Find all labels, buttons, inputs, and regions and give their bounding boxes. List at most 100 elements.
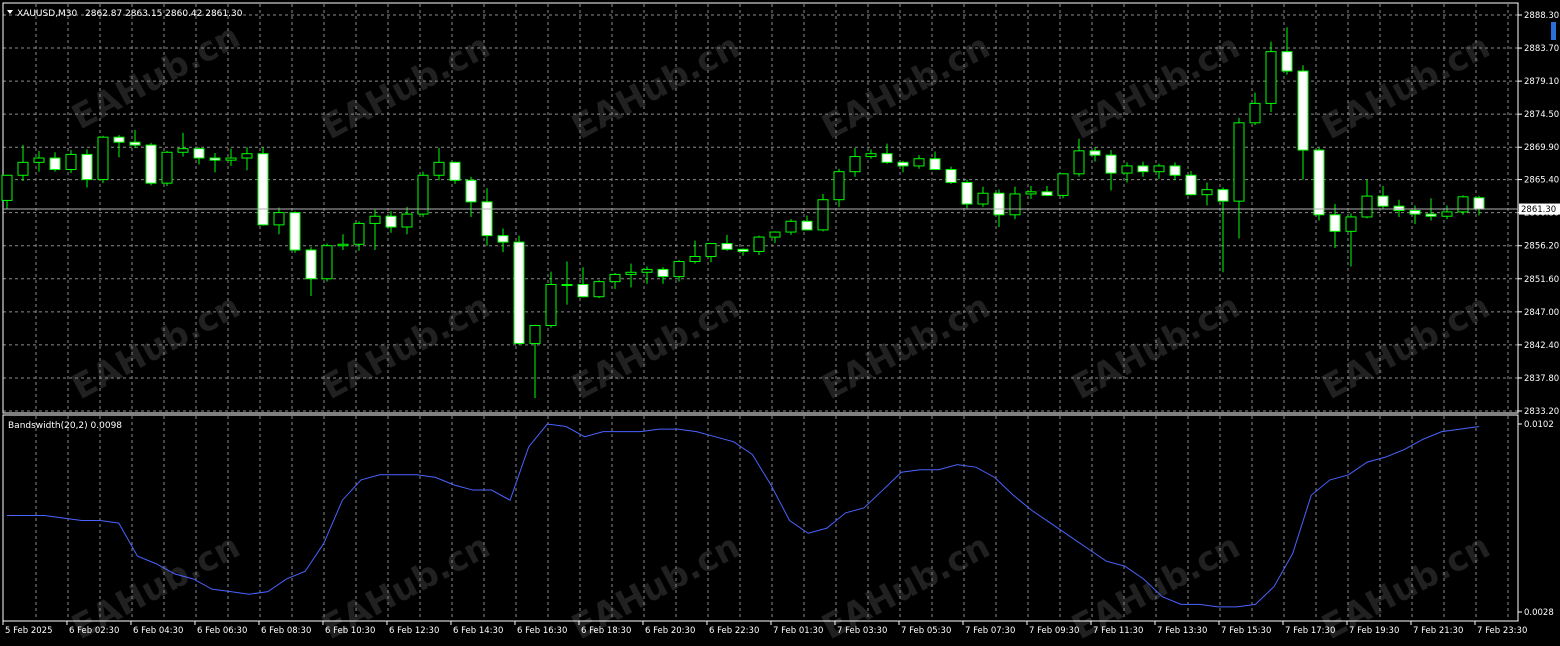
- candle-body: [1137, 165, 1149, 173]
- indicator-tick-label: 0.0102: [1524, 420, 1554, 430]
- candle-body: [641, 268, 653, 273]
- candle: [449, 161, 461, 184]
- candle-body: [897, 161, 909, 167]
- candle-body: [545, 284, 557, 326]
- candle-body: [945, 169, 957, 183]
- candle-body: [1169, 165, 1181, 176]
- candle: [817, 193, 829, 232]
- candle-body: [849, 156, 861, 173]
- indicator-tick-label: 0.0028: [1524, 608, 1554, 618]
- candle-body: [225, 157, 237, 161]
- candle-body: [1009, 193, 1021, 216]
- candle-body: [1345, 216, 1357, 232]
- candle-body: [1105, 154, 1117, 174]
- candle-body: [1, 174, 13, 201]
- time-tick-label: 7 Feb 07:30: [965, 626, 1015, 636]
- candle-body: [1233, 122, 1245, 202]
- candle-body: [705, 243, 717, 257]
- candle-body: [1265, 51, 1277, 104]
- candle-body: [1185, 174, 1197, 196]
- price-tick-label: 2865.40: [1524, 176, 1559, 186]
- candle-body: [1329, 214, 1341, 232]
- candle-body: [993, 192, 1005, 216]
- scroll-marker[interactable]: [1551, 22, 1556, 40]
- candle: [593, 280, 605, 299]
- candle-body: [33, 157, 45, 163]
- candle-body: [817, 199, 829, 231]
- candle-body: [657, 268, 669, 278]
- candle-body: [1409, 209, 1421, 215]
- candle-body: [929, 158, 941, 171]
- candle-body: [1361, 195, 1373, 218]
- time-tick-label: 6 Feb 02:30: [69, 626, 119, 636]
- candle-body: [1297, 70, 1309, 151]
- price-tick-label: 2856.20: [1524, 242, 1559, 252]
- candle-body: [673, 261, 685, 278]
- candle-body: [337, 243, 349, 247]
- time-tick-label: 7 Feb 01:30: [773, 626, 823, 636]
- candle-body: [865, 153, 877, 158]
- price-tick-label: 2879.10: [1524, 77, 1559, 87]
- candle-body: [1073, 150, 1085, 175]
- candle-body: [145, 144, 157, 184]
- candle-body: [1313, 149, 1325, 216]
- candle-body: [481, 201, 493, 237]
- candle-body: [1041, 191, 1053, 196]
- candle-body: [1201, 189, 1213, 196]
- candle-body: [737, 248, 749, 252]
- trading-chart[interactable]: EAHub.cn EAHub.cn EAHub.cn EAHub.cn EAHub.cn…: [0, 0, 1560, 646]
- price-tick-label: 2837.80: [1524, 374, 1559, 384]
- time-tick-label: 6 Feb 10:30: [325, 626, 375, 636]
- candle-body: [273, 212, 285, 226]
- candle: [97, 135, 109, 184]
- candle-body: [353, 222, 365, 245]
- candle-body: [961, 181, 973, 205]
- price-tick-label: 2869.90: [1524, 143, 1559, 153]
- candle-body: [369, 215, 381, 224]
- candle-body: [721, 243, 733, 250]
- candle-body: [81, 153, 93, 181]
- time-tick-label: 6 Feb 06:30: [197, 626, 247, 636]
- candle: [1057, 173, 1069, 199]
- candle-body: [289, 212, 301, 251]
- price-tick-label: 2833.20: [1524, 407, 1559, 417]
- candle: [513, 235, 525, 345]
- price-tick-label: 2883.70: [1524, 44, 1559, 54]
- candle-body: [417, 174, 429, 215]
- symbol-title: XAUUSD,M30: [17, 9, 77, 19]
- candle-body: [49, 157, 61, 171]
- candle-body: [433, 161, 445, 176]
- candle: [1313, 147, 1325, 221]
- time-tick-label: 6 Feb 04:30: [133, 626, 183, 636]
- time-tick-label: 5 Feb 2025: [5, 626, 53, 636]
- candle-body: [465, 179, 477, 203]
- time-tick-label: 6 Feb 12:30: [389, 626, 439, 636]
- price-tick-label: 2842.40: [1524, 341, 1559, 351]
- candle-body: [881, 153, 893, 163]
- candle-body: [17, 161, 29, 176]
- candle: [289, 211, 301, 253]
- candle: [945, 166, 957, 184]
- candle: [161, 150, 173, 187]
- time-tick-label: 7 Feb 09:30: [1029, 626, 1079, 636]
- current-price-label: 2861.30: [1521, 205, 1556, 215]
- time-tick-label: 6 Feb 08:30: [261, 626, 311, 636]
- candle-body: [385, 215, 397, 228]
- candle-body: [1057, 173, 1069, 196]
- price-tick-label: 2874.50: [1524, 110, 1559, 120]
- ohlc-values: 2862.87 2863.15 2860.42 2861.30: [85, 9, 243, 19]
- candle-body: [97, 136, 109, 181]
- candle-body: [193, 148, 205, 159]
- candle: [257, 147, 269, 226]
- candle: [1265, 41, 1277, 113]
- candle-body: [401, 213, 413, 228]
- candle-body: [497, 235, 509, 243]
- candle-body: [625, 271, 637, 275]
- candle-body: [689, 255, 701, 263]
- time-tick-label: 7 Feb 03:30: [837, 626, 887, 636]
- candle-body: [561, 284, 573, 287]
- candle-body: [1393, 205, 1405, 211]
- candle-body: [769, 231, 781, 238]
- candle-body: [1089, 150, 1101, 156]
- time-tick-label: 7 Feb 23:30: [1477, 626, 1527, 636]
